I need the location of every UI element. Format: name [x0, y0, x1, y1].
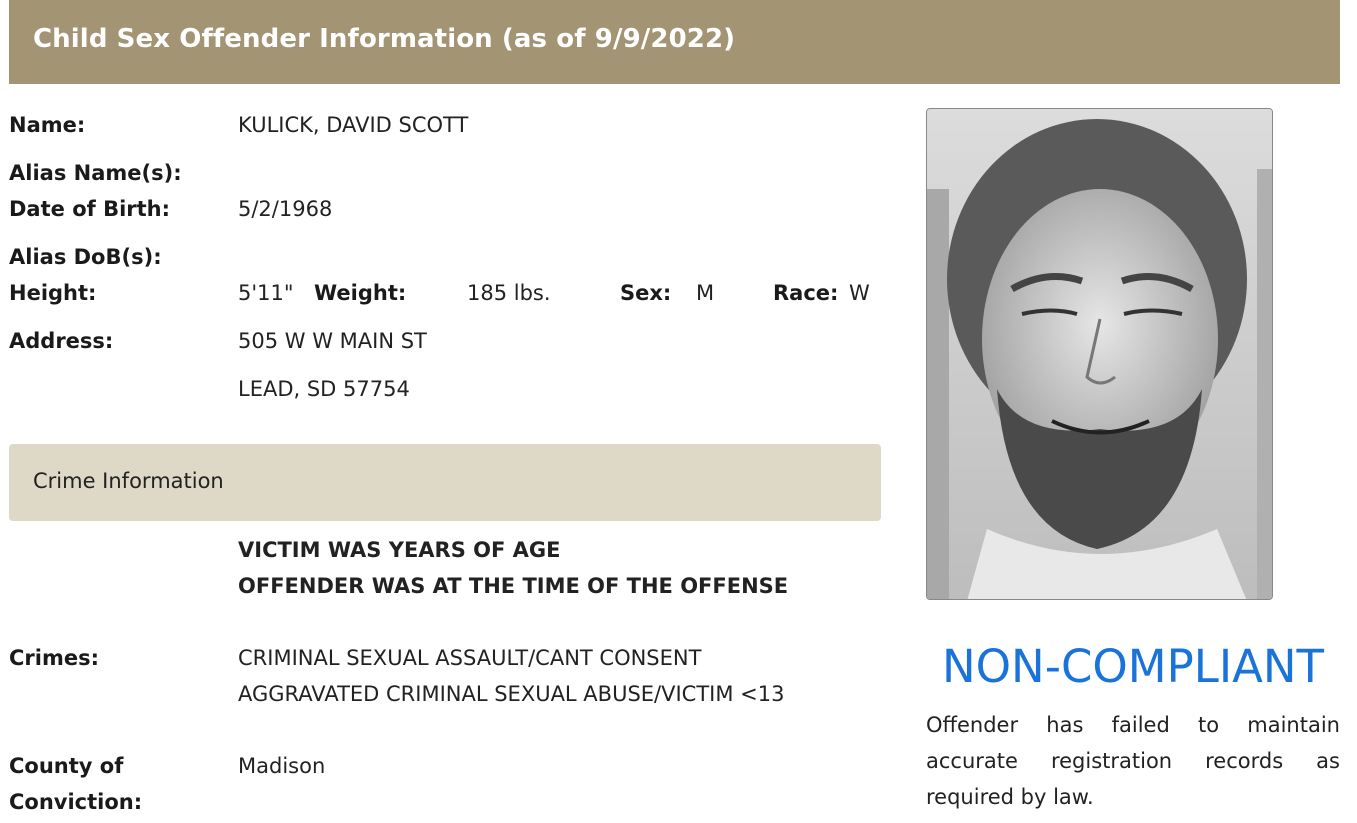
crime-item: AGGRAVATED CRIMINAL SEXUAL ABUSE/VICTIM …: [238, 682, 785, 706]
crime-item: CRIMINAL SEXUAL ASSAULT/CANT CONSENT: [238, 646, 702, 670]
offender-photo: [926, 108, 1273, 600]
sex-label: Sex:: [620, 281, 672, 305]
compliance-note: Offender has failed to maintain accurate…: [926, 713, 1340, 809]
crimes-label: Crimes:: [9, 646, 99, 670]
county-label-line2: Conviction:: [9, 790, 143, 814]
height-label: Height:: [9, 281, 97, 305]
county-label-line1: County of: [9, 754, 124, 778]
weight-label: Weight:: [314, 281, 407, 305]
weight-value: 185 lbs.: [467, 281, 551, 305]
race-value: W: [849, 281, 870, 305]
address-label: Address:: [9, 329, 114, 353]
name-value: KULICK, DAVID SCOTT: [238, 113, 469, 137]
page-header: Child Sex Offender Information (as of 9/…: [9, 0, 1340, 84]
address-line1: 505 W W MAIN ST: [238, 329, 427, 353]
dob-label: Date of Birth:: [9, 197, 171, 221]
county-value: Madison: [238, 754, 326, 778]
compliance-status: NON-COMPLIANT: [941, 640, 1325, 693]
victim-age-text: VICTIM WAS YEARS OF AGE: [238, 538, 561, 562]
sex-value: M: [696, 281, 715, 305]
crime-information-header: Crime Information: [9, 444, 881, 521]
crime-information-heading: Crime Information: [33, 469, 224, 493]
offender-age-text: OFFENDER WAS AT THE TIME OF THE OFFENSE: [238, 574, 789, 598]
portrait-image: [927, 109, 1272, 599]
height-value: 5'11": [238, 281, 294, 305]
alias-names-label: Alias Name(s):: [9, 161, 182, 185]
address-line2: LEAD, SD 57754: [238, 377, 410, 401]
dob-value: 5/2/1968: [238, 197, 333, 221]
page-title: Child Sex Offender Information (as of 9/…: [33, 24, 736, 54]
alias-dob-label: Alias DoB(s):: [9, 245, 162, 269]
name-label: Name:: [9, 113, 86, 137]
race-label: Race:: [773, 281, 839, 305]
